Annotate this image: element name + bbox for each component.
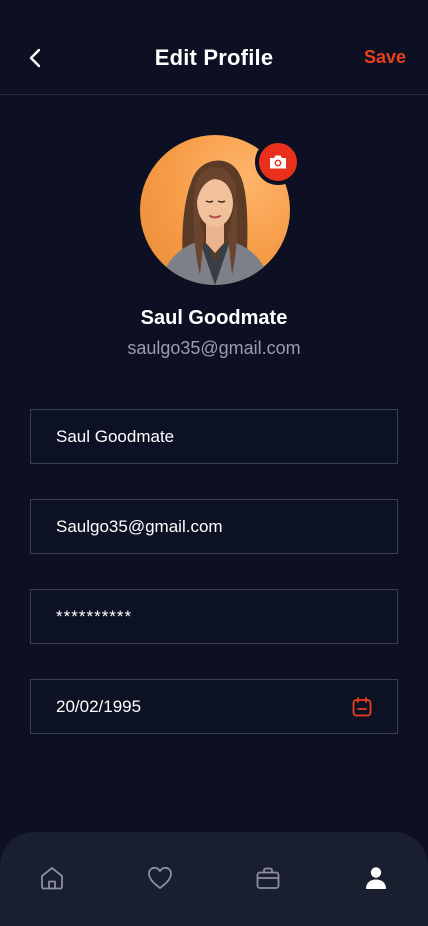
avatar-container — [140, 135, 301, 285]
email-field-value: Saulgo35@gmail.com — [56, 516, 223, 536]
password-field[interactable]: ********** — [30, 589, 398, 644]
profile-name: Saul Goodmate — [140, 307, 288, 329]
bag-icon — [256, 867, 280, 889]
camera-icon — [270, 155, 286, 169]
top-bar: Edit Profile Save — [0, 0, 428, 95]
user-icon — [366, 867, 386, 889]
nav-favorites[interactable] — [144, 862, 176, 894]
name-field[interactable]: Saul Goodmate — [30, 409, 398, 464]
nav-profile[interactable] — [360, 862, 392, 894]
birthdate-field[interactable]: 20/02/1995 — [30, 679, 398, 734]
calendar-icon — [352, 696, 372, 716]
nav-home[interactable] — [36, 862, 68, 894]
name-field-value: Saul Goodmate — [56, 426, 175, 446]
password-field-value: ********** — [56, 606, 133, 626]
bottom-navigation — [0, 832, 428, 926]
change-photo-button[interactable] — [255, 139, 301, 185]
nav-bag[interactable] — [252, 862, 284, 894]
home-icon — [41, 867, 63, 890]
profile-email: saulgo35@gmail.com — [127, 338, 301, 358]
save-button[interactable]: Save — [364, 47, 406, 68]
calendar-button[interactable] — [350, 695, 374, 719]
email-field[interactable]: Saulgo35@gmail.com — [30, 499, 398, 554]
heart-icon — [148, 866, 172, 889]
birthdate-field-value: 20/02/1995 — [56, 696, 142, 716]
